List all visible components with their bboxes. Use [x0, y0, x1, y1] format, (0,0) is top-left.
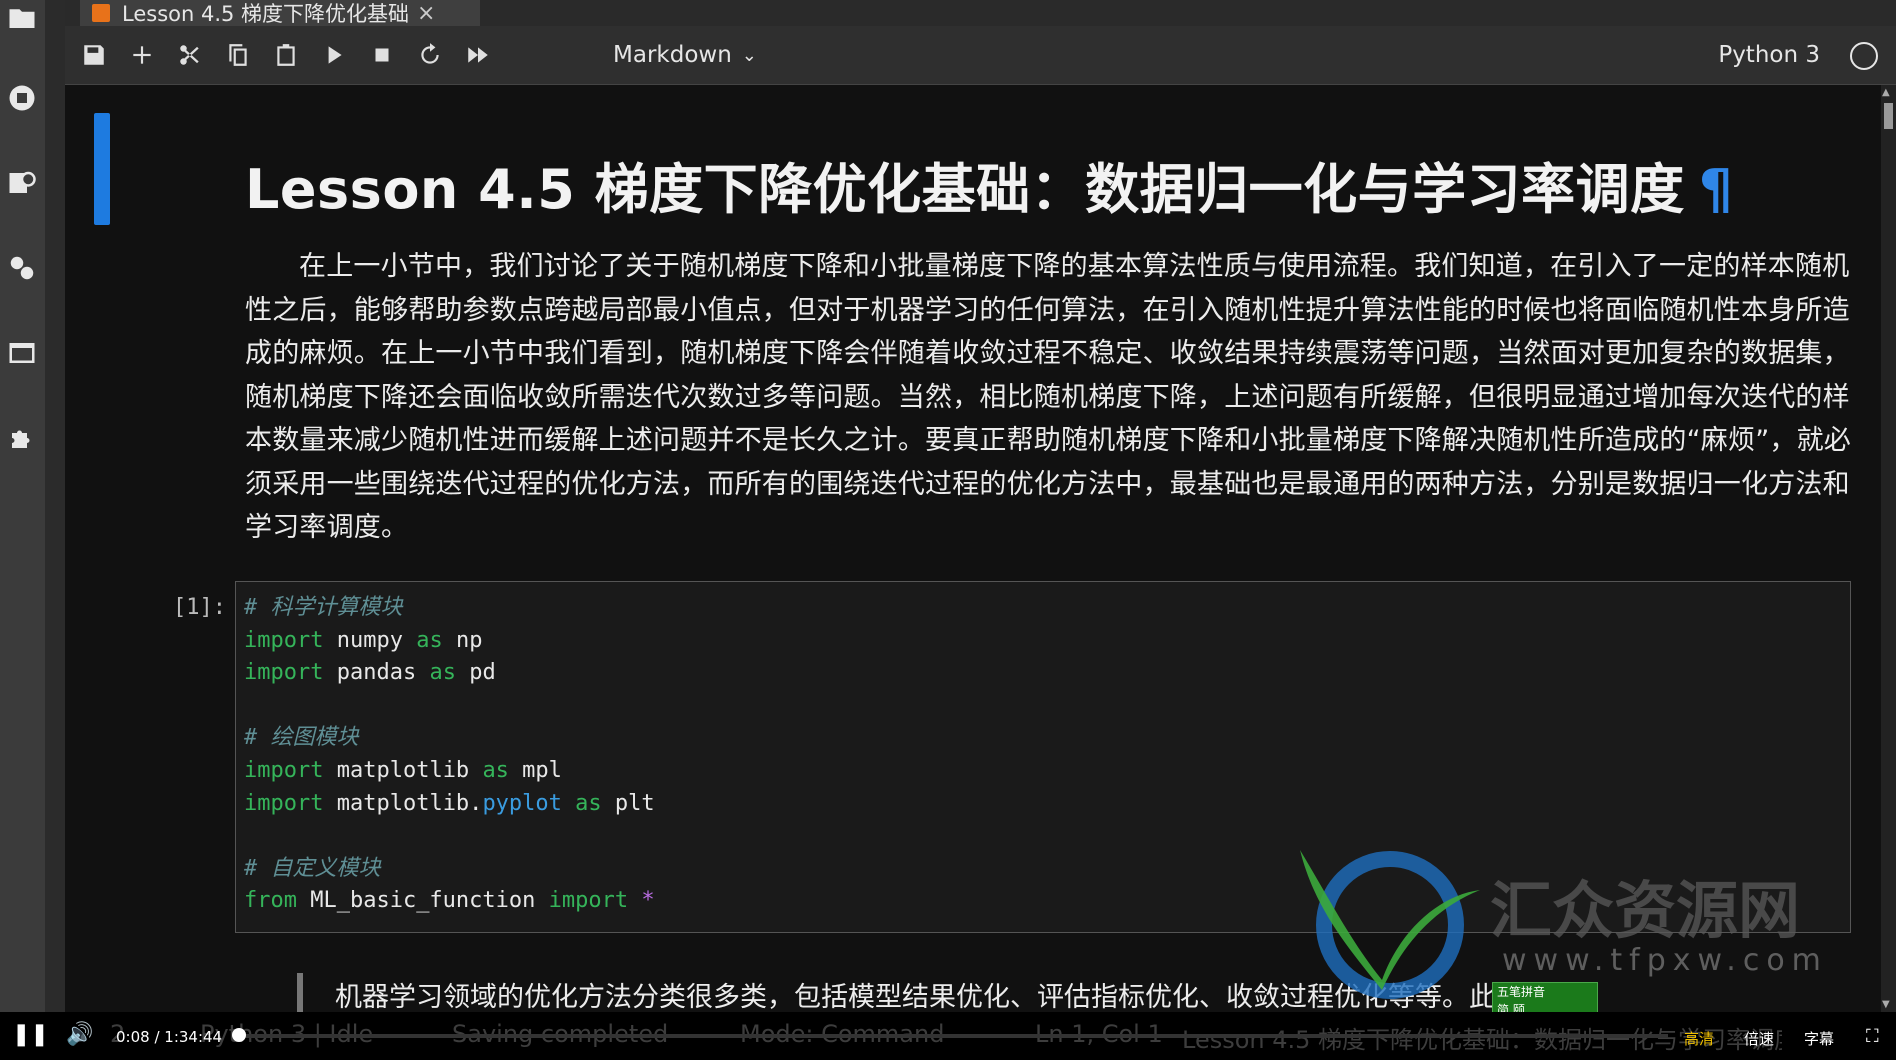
code-alias: pd: [455, 660, 496, 686]
code-keyword: import: [244, 757, 324, 783]
scrollbar-thumb[interactable]: [1884, 103, 1893, 129]
kernel-name[interactable]: Python 3: [1718, 42, 1820, 68]
pause-icon[interactable]: ❚❚: [12, 1022, 49, 1047]
active-cell-indicator: [94, 113, 110, 225]
code-module: pandas: [323, 660, 430, 686]
quality-button[interactable]: 高清: [1684, 1028, 1714, 1049]
code-keyword: as: [482, 757, 509, 783]
play-icon[interactable]: [319, 40, 349, 70]
property-inspector-icon[interactable]: [4, 250, 40, 286]
restart-icon[interactable]: [415, 40, 445, 70]
scissors-icon[interactable]: [175, 40, 205, 70]
code-comment: # 科学计算模块: [244, 595, 403, 620]
vertical-scrollbar[interactable]: ▲ ▼: [1881, 85, 1896, 1012]
extension-icon[interactable]: [4, 420, 40, 456]
markdown-heading[interactable]: Lesson 4.5 梯度下降优化基础：数据归一化与学习率调度 ¶: [245, 145, 1733, 224]
code-cell-prompt: [1]:: [173, 595, 226, 620]
cell-type-select[interactable]: Markdown ⌄: [613, 42, 757, 68]
code-keyword: from: [244, 888, 297, 914]
code-module: matplotlib.: [323, 790, 483, 816]
running-icon[interactable]: [4, 80, 40, 116]
copy-icon[interactable]: [223, 40, 253, 70]
code-keyword: import: [548, 888, 629, 914]
code-module: ML_basic_function: [296, 888, 549, 914]
progress-track[interactable]: [238, 1034, 1668, 1038]
speed-button[interactable]: 倍速: [1744, 1028, 1774, 1049]
watermark-url: www.tfpxw.com: [1502, 943, 1828, 978]
code-keyword: as: [429, 660, 456, 686]
code-text: # 科学计算模块 import numpy as np import panda…: [244, 592, 655, 918]
code-keyword: import: [244, 790, 324, 816]
code-comment: # 绘图模块: [244, 725, 359, 751]
tabs-icon[interactable]: [4, 335, 40, 371]
code-module: numpy: [323, 627, 417, 653]
heading-anchor-link[interactable]: ¶: [1699, 158, 1734, 221]
paste-icon[interactable]: [271, 40, 301, 70]
code-keyword: import: [244, 627, 324, 653]
tab-title: Lesson 4.5 梯度下降优化基础: [122, 2, 410, 26]
code-keyword: as: [575, 790, 602, 816]
ime-mode: 五笔拼音: [1497, 985, 1546, 999]
heading-text: Lesson 4.5 梯度下降优化基础：数据归一化与学习率调度: [245, 158, 1685, 221]
scroll-up-icon[interactable]: ▲: [1882, 87, 1890, 98]
playback-time: 0:08 / 1:34:44: [116, 1028, 223, 1046]
folder-icon[interactable]: [4, 0, 40, 36]
stop-icon[interactable]: [367, 40, 397, 70]
cell-type-label: Markdown: [613, 42, 732, 68]
chevron-down-icon: ⌄: [741, 44, 757, 66]
blockquote-bar: [297, 973, 303, 1012]
code-keyword: as: [416, 627, 443, 653]
scroll-down-icon[interactable]: ▼: [1882, 999, 1890, 1010]
progress-knob[interactable]: [232, 1028, 246, 1042]
fast-forward-icon[interactable]: [463, 40, 493, 70]
fullscreen-icon[interactable]: ⛶: [1866, 1026, 1879, 1047]
code-alias: plt: [601, 790, 655, 816]
tab-bar: Lesson 4.5 梯度下降优化基础 ×: [65, 0, 1896, 26]
watermark-text: 汇众资源网: [1490, 874, 1801, 947]
code-keyword: import: [244, 660, 324, 686]
sidebar-gutter: [45, 0, 65, 1012]
code-alias: mpl: [508, 757, 562, 783]
close-icon[interactable]: ×: [417, 1, 435, 26]
notebook-toolbar: Markdown ⌄ Python 3: [65, 26, 1896, 85]
subtitle-button[interactable]: 字幕: [1804, 1028, 1834, 1049]
paragraph-line: 在上一小节中，我们讨论了关于随机梯度下降和小批量梯度下降的基本算法性质与使用流程…: [299, 251, 1795, 282]
notebook-icon: [92, 4, 110, 22]
save-icon[interactable]: [79, 40, 109, 70]
video-player-bar: 2 Python 3 | Idle Saving completed Mode:…: [0, 1012, 1896, 1060]
markdown-paragraph[interactable]: 在上一小节中，我们讨论了关于随机梯度下降和小批量梯度下降的基本算法性质与使用流程…: [245, 245, 1865, 550]
code-module: matplotlib: [323, 757, 483, 783]
code-alias: np: [442, 627, 483, 653]
left-sidebar: [0, 0, 45, 1012]
commands-icon[interactable]: [4, 165, 40, 201]
code-comment: # 自定义模块: [244, 855, 381, 881]
watermark-logo-icon: [1300, 850, 1480, 999]
notebook-tab[interactable]: Lesson 4.5 梯度下降优化基础 ×: [80, 0, 480, 26]
code-attribute: pyplot: [482, 790, 562, 816]
plus-icon[interactable]: [127, 40, 157, 70]
volume-icon[interactable]: 🔊: [66, 1022, 93, 1047]
kernel-status-icon: [1850, 42, 1878, 70]
code-operator: *: [628, 888, 655, 914]
